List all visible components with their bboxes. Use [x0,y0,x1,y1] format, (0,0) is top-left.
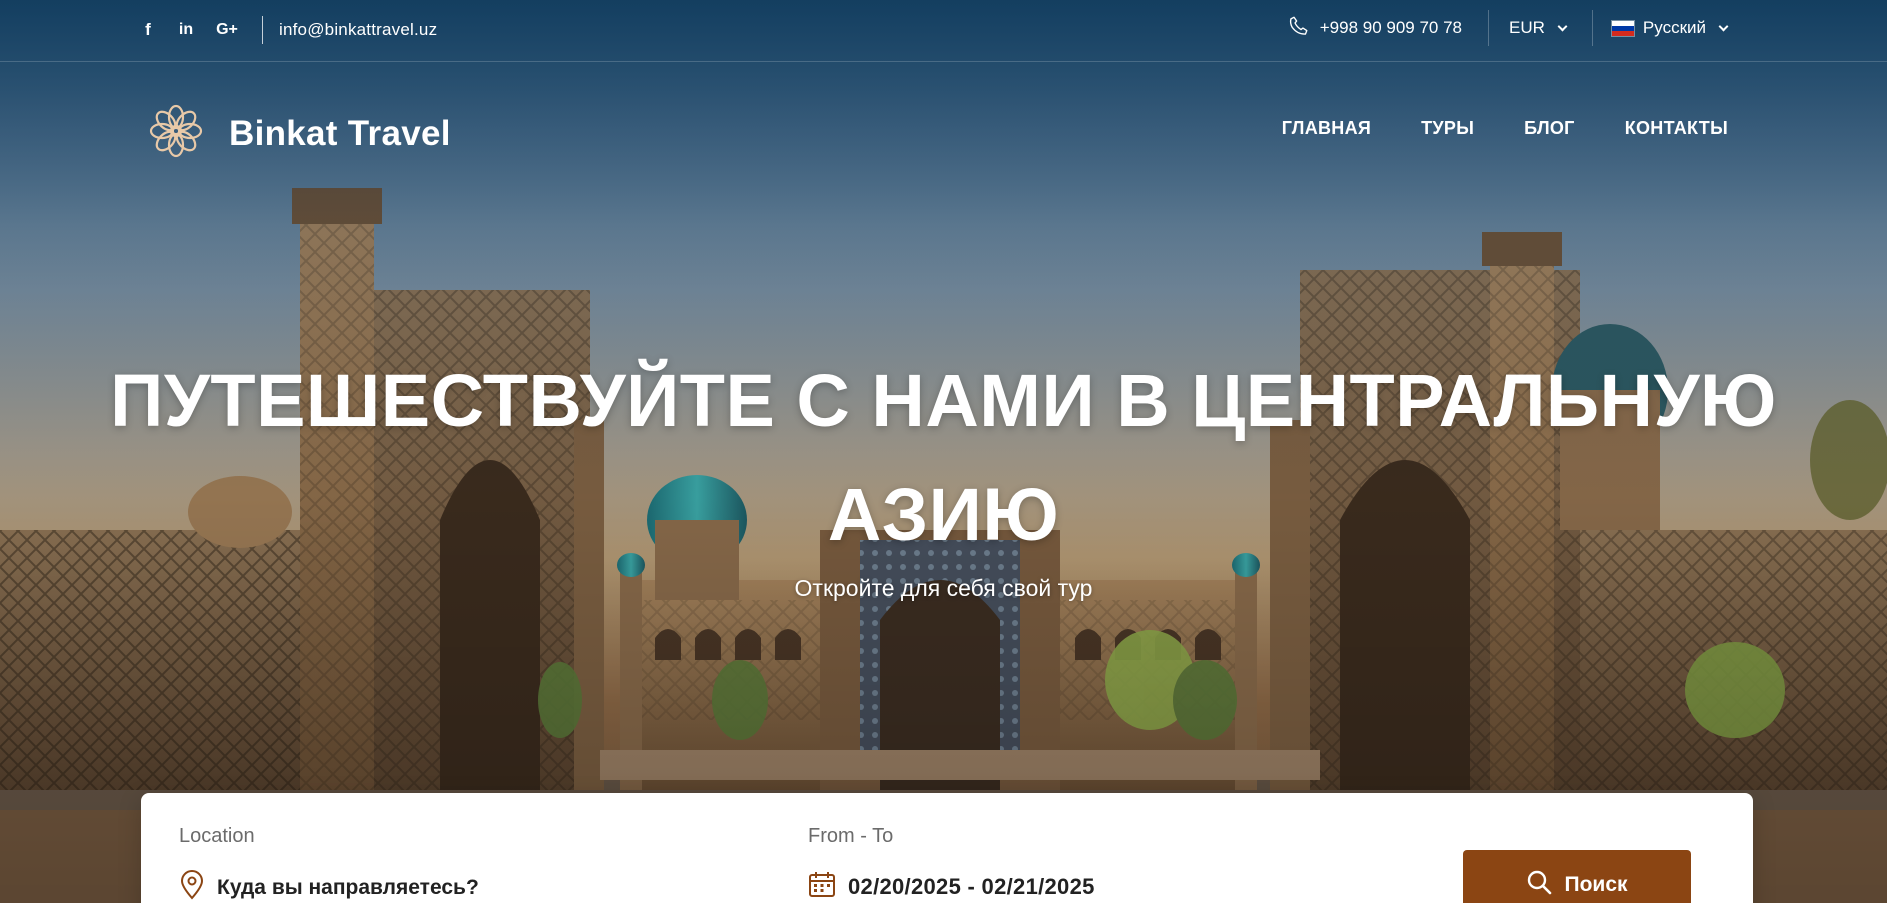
linkedin-icon[interactable]: in [176,18,196,42]
search-button-label: Поиск [1564,873,1628,896]
date-range-value: 02/20/2025 - 02/21/2025 [848,874,1095,899]
language-value: Русский [1642,18,1706,37]
calendar-icon [808,870,836,903]
language-selector[interactable]: Русский [1593,18,1729,38]
russia-flag-icon [1610,19,1635,37]
location-label: Location [179,825,255,847]
hero-subtitle: Откройте для себя свой тур [794,575,1093,601]
dates-label: From - To [808,825,894,847]
main-nav: ГЛАВНАЯ ТУРЫ БЛОГ КОНТАКТЫ [1282,118,1728,139]
phone-icon [1288,15,1310,42]
phone-number: +998 90 909 70 78 [1319,18,1463,37]
tour-search-panel: Location From - To 02/20/2025 - 02/21/20… [141,793,1753,903]
top-bar: f in G+ info@binkattravel.uz +998 90 909… [0,0,1887,62]
date-range-field: From - To 02/20/2025 - 02/21/2025 [808,825,1095,903]
chevron-down-icon [1718,21,1729,31]
logo-icon [147,102,205,165]
search-icon [1526,869,1552,901]
site-logo[interactable]: Binkat Travel [147,102,451,165]
email-link[interactable]: info@binkattravel.uz [279,20,437,40]
search-button[interactable]: Поиск [1463,850,1691,903]
google-plus-icon[interactable]: G+ [214,18,240,42]
phone-link[interactable]: +998 90 909 70 78 [1288,15,1488,42]
currency-selector[interactable]: EUR [1489,18,1592,38]
nav-item-contacts[interactable]: КОНТАКТЫ [1625,118,1728,139]
chevron-down-icon [1557,21,1568,31]
facebook-icon[interactable]: f [138,18,158,42]
nav-item-tours[interactable]: ТУРЫ [1421,118,1474,139]
top-right-controls: +998 90 909 70 78 EUR Русский [1288,10,1729,46]
brand-name: Binkat Travel [229,113,451,153]
location-input[interactable] [217,875,537,900]
map-pin-icon [179,870,205,903]
nav-item-home[interactable]: ГЛАВНАЯ [1282,118,1371,139]
nav-item-blog[interactable]: БЛОГ [1524,118,1575,139]
hero-title: ПУТЕШЕСТВУЙТЕ С НАМИ В ЦЕНТРАЛЬНУЮ АЗИЮ [110,359,1777,556]
location-field: Location [179,825,537,903]
date-range-picker[interactable]: 02/20/2025 - 02/21/2025 [808,870,1095,903]
divider [262,16,263,44]
social-links: f in G+ info@binkattravel.uz [138,16,437,44]
currency-value: EUR [1509,18,1545,37]
